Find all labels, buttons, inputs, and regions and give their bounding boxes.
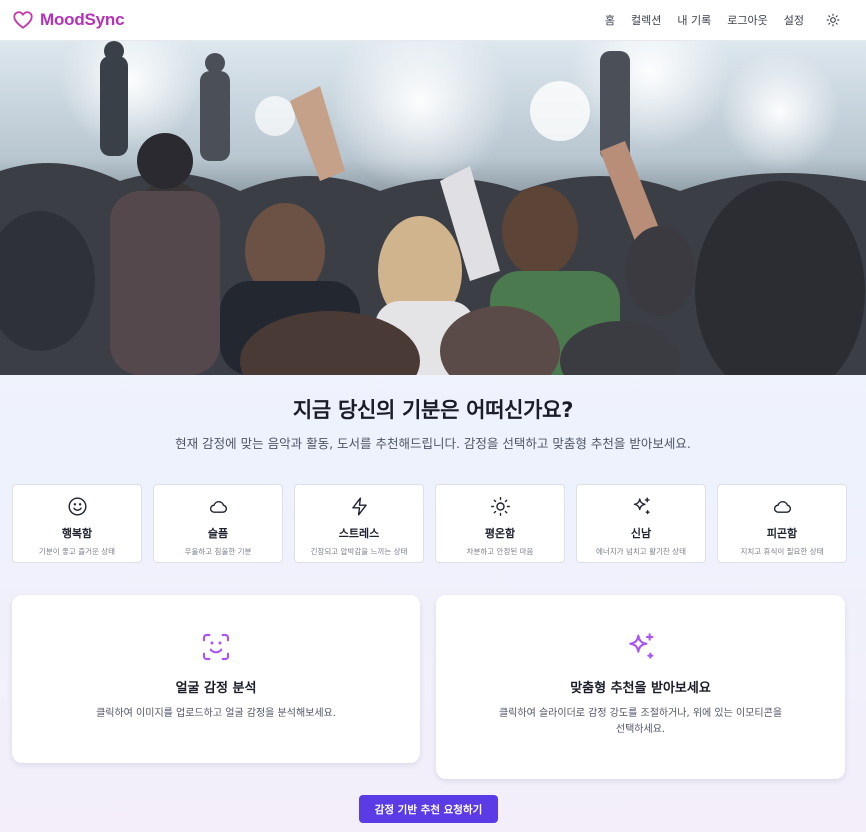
brand-logo-link[interactable]: MoodSync bbox=[12, 9, 125, 31]
mood-card-stress[interactable]: 스트레스 긴장되고 압박감을 느끼는 상태 bbox=[294, 484, 424, 563]
smile-icon bbox=[67, 497, 87, 516]
nav-settings[interactable]: 설정 bbox=[784, 12, 804, 28]
face-scan-icon bbox=[202, 633, 230, 661]
hero-image bbox=[0, 41, 866, 375]
lightning-icon bbox=[351, 497, 367, 516]
mood-name: 피곤함 bbox=[766, 527, 798, 540]
mood-card-list: 행복함 기분이 좋고 즐거운 상태 슬픔 우울하고 침울한 기분 스트레스 긴장… bbox=[12, 484, 847, 563]
mood-card-happy[interactable]: 행복함 기분이 좋고 즐거운 상태 bbox=[12, 484, 142, 563]
mood-name: 스트레스 bbox=[338, 527, 380, 540]
nav-home[interactable]: 홈 bbox=[605, 12, 615, 28]
sun-icon bbox=[490, 497, 510, 516]
mood-name: 행복함 bbox=[61, 527, 93, 540]
mood-name: 평온함 bbox=[484, 527, 516, 540]
custom-recommendation-description: 클릭하여 슬라이더로 감정 강도를 조절하거나, 위에 있는 이모티콘을 선택하… bbox=[498, 708, 783, 735]
page-title: 지금 당신의 기분은 어떠신가요? bbox=[292, 398, 574, 422]
face-analysis-title: 얼굴 감정 분석 bbox=[175, 681, 257, 696]
mood-name: 슬픔 bbox=[207, 527, 229, 540]
top-navbar: MoodSync 홈 컬렉션 내 기록 로그아웃 설정 bbox=[0, 0, 866, 41]
sparkle-icon bbox=[628, 633, 653, 659]
request-recommendation-button[interactable]: 감정 기반 추천 요청하기 bbox=[359, 795, 498, 823]
mood-description: 에너지가 넘치고 활기찬 상태 bbox=[596, 547, 686, 556]
mood-name: 신남 bbox=[630, 527, 652, 540]
custom-recommendation-card[interactable]: 맞춤형 추천을 받아보세요 클릭하여 슬라이더로 감정 강도를 조절하거나, 위… bbox=[436, 595, 845, 779]
nav-menu: 홈 컬렉션 내 기록 로그아웃 설정 bbox=[605, 12, 840, 28]
nav-collection[interactable]: 컬렉션 bbox=[631, 12, 661, 28]
mood-card-calm[interactable]: 평온함 차분하고 안정된 마음 bbox=[435, 484, 565, 563]
brand-name: MoodSync bbox=[40, 10, 125, 29]
cloud-icon bbox=[209, 501, 227, 513]
mood-description: 차분하고 안정된 마음 bbox=[466, 547, 534, 556]
face-analysis-description: 클릭하여 이미지를 업로드하고 얼굴 감정을 분석해보세요. bbox=[96, 708, 336, 719]
nav-logout[interactable]: 로그아웃 bbox=[727, 12, 767, 28]
heart-icon bbox=[13, 11, 33, 29]
custom-recommendation-title: 맞춤형 추천을 받아보세요 bbox=[570, 681, 711, 696]
mood-card-tired[interactable]: 피곤함 지치고 휴식이 필요한 상태 bbox=[717, 484, 847, 563]
cloud-icon bbox=[773, 501, 791, 513]
page-subtitle: 현재 감정에 맞는 음악과 활동, 도서를 추천해드립니다. 감정을 선택하고 … bbox=[175, 436, 691, 451]
mood-description: 지치고 휴식이 필요한 상태 bbox=[740, 547, 824, 556]
nav-my-history[interactable]: 내 기록 bbox=[677, 12, 711, 28]
mood-card-excited[interactable]: 신남 에너지가 넘치고 활기찬 상태 bbox=[576, 484, 706, 563]
mood-description: 긴장되고 압박감을 느끼는 상태 bbox=[310, 547, 408, 556]
sun-icon[interactable] bbox=[826, 13, 840, 27]
sparkle-icon bbox=[633, 497, 650, 515]
mood-card-sad[interactable]: 슬픔 우울하고 침울한 기분 bbox=[153, 484, 283, 563]
mood-description: 기분이 좋고 즐거운 상태 bbox=[38, 547, 116, 556]
mood-description: 우울하고 침울한 기분 bbox=[184, 547, 252, 556]
face-analysis-card[interactable]: 얼굴 감정 분석 클릭하여 이미지를 업로드하고 얼굴 감정을 분석해보세요. bbox=[12, 595, 420, 763]
